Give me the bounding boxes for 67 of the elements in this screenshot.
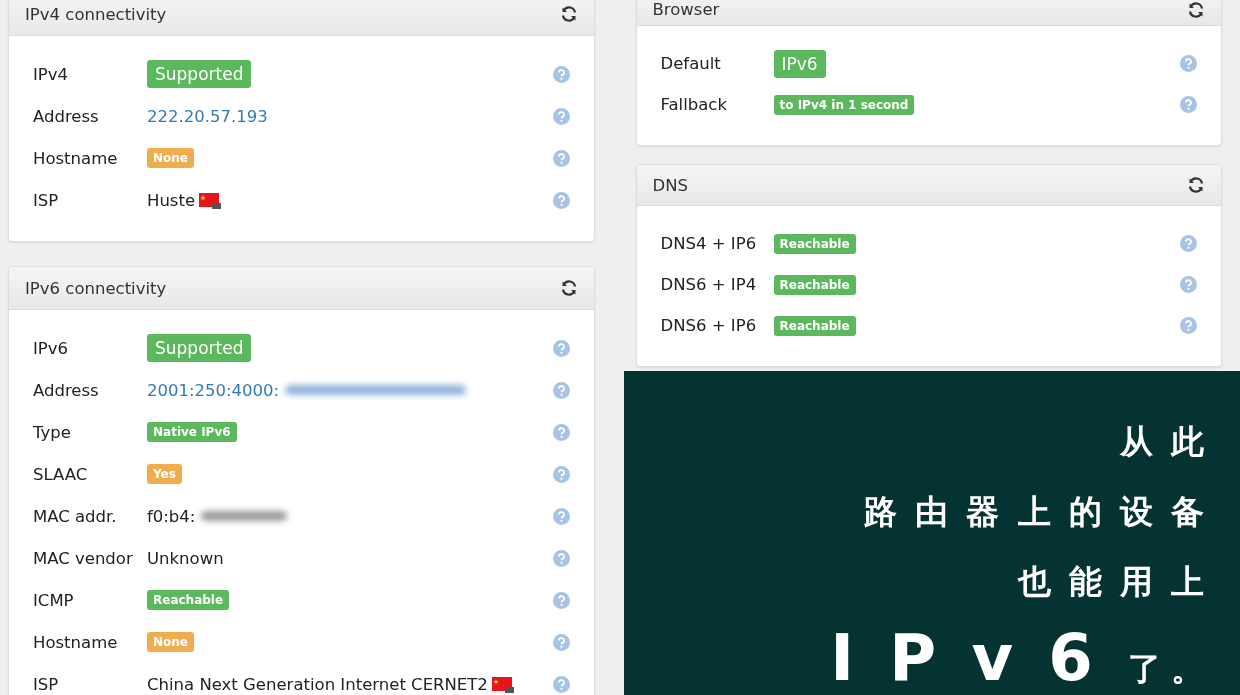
row-label: IPv6 (33, 338, 70, 358)
row-label: Fallback (660, 95, 728, 114)
row-label: ICMP (33, 590, 75, 610)
row-label: Type (33, 422, 72, 442)
help-icon[interactable] (552, 381, 570, 399)
value-text: China Next Generation Internet CERNET2 (147, 674, 488, 694)
caption-line: 从此 (1119, 421, 1223, 463)
panel-title: IPv4 connectivity (25, 4, 167, 24)
refresh-icon[interactable] (1187, 176, 1205, 194)
help-icon[interactable] (552, 149, 570, 167)
status-badge: Reachable (773, 233, 856, 254)
row-label: MAC addr. (33, 506, 118, 526)
status-badge: Reachable (147, 590, 230, 610)
help-icon[interactable] (552, 675, 570, 693)
row-label: DNS4 + IP6 (660, 234, 758, 253)
status-badge: Supported (147, 60, 252, 88)
value-text: Unknown (147, 548, 224, 568)
row-label: Address (33, 380, 100, 400)
caption-tail: 了。 (1128, 648, 1214, 690)
status-badge: Yes (147, 464, 182, 484)
row-label: IPv4 (33, 64, 70, 84)
refresh-icon[interactable] (559, 5, 578, 23)
status-badge: IPv6 (773, 49, 826, 78)
help-icon[interactable] (552, 633, 570, 651)
row-label: Hostname (33, 148, 119, 168)
help-icon[interactable] (1180, 317, 1197, 334)
row-label: Address (33, 106, 100, 126)
caption-headline: IPv6 (830, 621, 1129, 695)
row-label: ISP (33, 190, 60, 210)
status-badge: None (147, 148, 194, 168)
address-link[interactable]: 222.20.57.193 (147, 106, 268, 126)
caption-line: 也能用上 (1017, 561, 1223, 603)
help-icon[interactable] (552, 107, 570, 125)
status-badge: Reachable (773, 315, 856, 336)
row-label: MAC vendor (33, 548, 134, 568)
help-icon[interactable] (552, 465, 570, 483)
help-icon[interactable] (552, 507, 570, 525)
help-icon[interactable] (552, 591, 570, 609)
help-icon[interactable] (552, 549, 570, 567)
help-icon[interactable] (552, 423, 570, 441)
status-badge: None (147, 632, 194, 652)
panel-title: Browser (652, 0, 720, 19)
row-label: DNS6 + IP6 (660, 316, 758, 335)
help-icon[interactable] (552, 65, 570, 83)
refresh-icon[interactable] (1187, 1, 1205, 19)
refresh-icon[interactable] (559, 279, 578, 297)
caption-line: 路由器上的设备 (864, 491, 1223, 533)
value-text: f0:b4: (147, 506, 196, 526)
row-label: SLAAC (33, 464, 89, 484)
row-label: Hostname (33, 632, 119, 652)
status-badge: to IPv4 in 1 second (773, 94, 915, 115)
help-icon[interactable] (552, 191, 570, 209)
status-badge: Reachable (773, 274, 856, 295)
help-icon[interactable] (1180, 55, 1197, 72)
help-icon[interactable] (1180, 96, 1197, 113)
value-text: Huste (147, 190, 196, 210)
row-label: Default (660, 54, 722, 73)
help-icon[interactable] (1180, 235, 1197, 252)
panel-title: DNS (652, 175, 689, 195)
row-label: DNS6 + IP4 (660, 275, 758, 294)
status-badge: Supported (147, 334, 252, 362)
help-icon[interactable] (1180, 276, 1197, 293)
address-link[interactable]: 2001:250:4000: (147, 380, 280, 400)
panel-title: IPv6 connectivity (25, 278, 167, 298)
help-icon[interactable] (552, 339, 570, 357)
status-badge: Native IPv6 (147, 422, 237, 442)
row-label: ISP (33, 674, 60, 694)
